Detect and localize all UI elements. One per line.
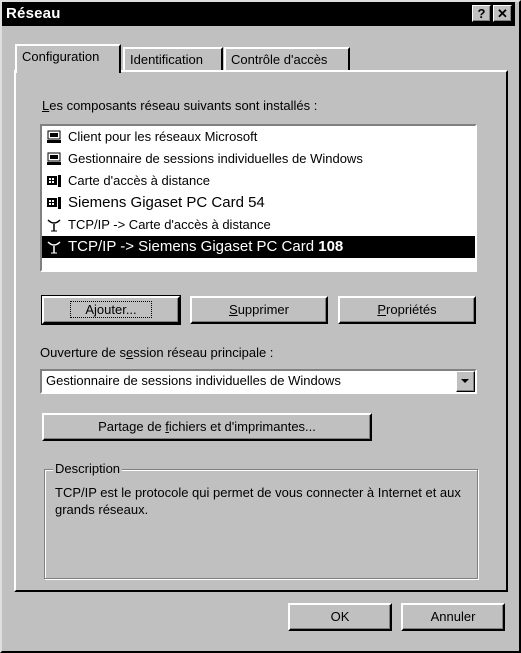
list-item[interactable]: Client pour les réseaux Microsoft xyxy=(42,126,475,148)
list-item[interactable]: Siemens Gigaset PC Card 54 xyxy=(42,192,475,214)
file-printer-sharing-button[interactable]: Partage de fichiers et d'imprimantes... xyxy=(42,413,372,441)
computer-icon xyxy=(47,152,61,165)
list-item[interactable]: Gestionnaire de sessions individuelles d… xyxy=(42,148,475,170)
properties-button[interactable]: Propriétés xyxy=(338,296,476,324)
ok-button[interactable]: OK xyxy=(288,603,392,631)
protocol-icon xyxy=(47,219,61,232)
network-card-icon xyxy=(47,175,61,187)
description-text: TCP/IP est le protocole qui permet de vo… xyxy=(55,485,461,517)
components-list[interactable]: Client pour les réseaux Microsoft Gestio… xyxy=(40,124,477,272)
cancel-button[interactable]: Annuler xyxy=(401,603,505,631)
description-legend: Description xyxy=(53,461,123,476)
chevron-down-icon xyxy=(461,379,469,383)
components-label: Les composants réseau suivants sont inst… xyxy=(42,98,318,113)
list-item[interactable]: Carte d'accès à distance xyxy=(42,170,475,192)
logon-label: Ouverture de session réseau principale : xyxy=(40,345,274,360)
network-card-icon xyxy=(47,197,61,209)
computer-icon xyxy=(47,130,61,143)
description-group: Description TCP/IP est le protocole qui … xyxy=(44,461,478,579)
protocol-icon xyxy=(47,241,61,254)
list-item-selected[interactable]: TCP/IP -> Siemens Gigaset PC Card 108 xyxy=(42,236,475,258)
list-item[interactable]: TCP/IP -> Carte d'accès à distance xyxy=(42,214,475,236)
add-button[interactable]: Ajouter... xyxy=(41,295,181,325)
remove-button[interactable]: Supprimer xyxy=(190,296,328,324)
primary-logon-value: Gestionnaire de sessions individuelles d… xyxy=(46,373,341,388)
primary-logon-select[interactable]: Gestionnaire de sessions individuelles d… xyxy=(40,369,477,394)
dropdown-button[interactable] xyxy=(456,371,475,392)
